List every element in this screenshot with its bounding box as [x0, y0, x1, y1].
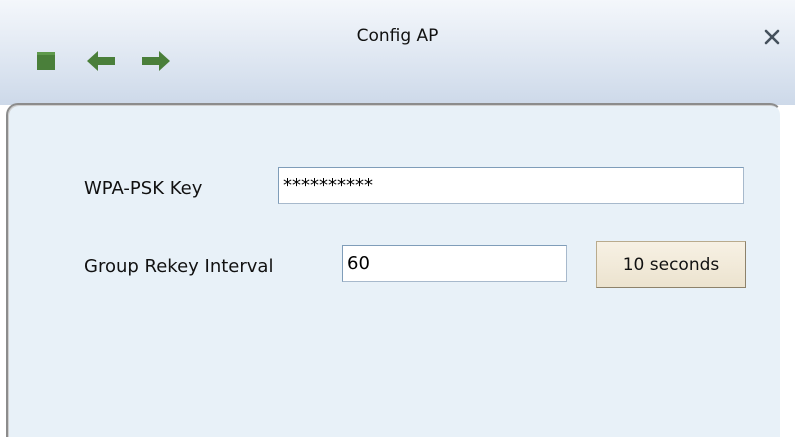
group-rekey-interval-label: Group Rekey Interval: [84, 256, 274, 277]
forward-arrow-icon[interactable]: [141, 51, 171, 71]
rekey-interval-unit-label: 10 seconds: [622, 254, 720, 275]
wpa-psk-key-label: WPA-PSK Key: [84, 178, 203, 199]
group-rekey-interval-input[interactable]: [342, 245, 567, 282]
config-ap-window: Config AP WPA-PSK Key Group Rekey Interv…: [0, 0, 795, 437]
close-icon: [764, 29, 780, 45]
config-panel: WPA-PSK Key Group Rekey Interval 10 seco…: [6, 103, 782, 437]
wpa-psk-key-input[interactable]: [278, 167, 744, 204]
title-bar: Config AP: [0, 0, 795, 105]
window-title: Config AP: [356, 26, 439, 46]
back-arrow-icon[interactable]: [86, 51, 116, 71]
close-button[interactable]: [759, 24, 785, 50]
rekey-interval-unit-button[interactable]: 10 seconds: [596, 241, 746, 288]
stop-icon[interactable]: [36, 51, 56, 71]
